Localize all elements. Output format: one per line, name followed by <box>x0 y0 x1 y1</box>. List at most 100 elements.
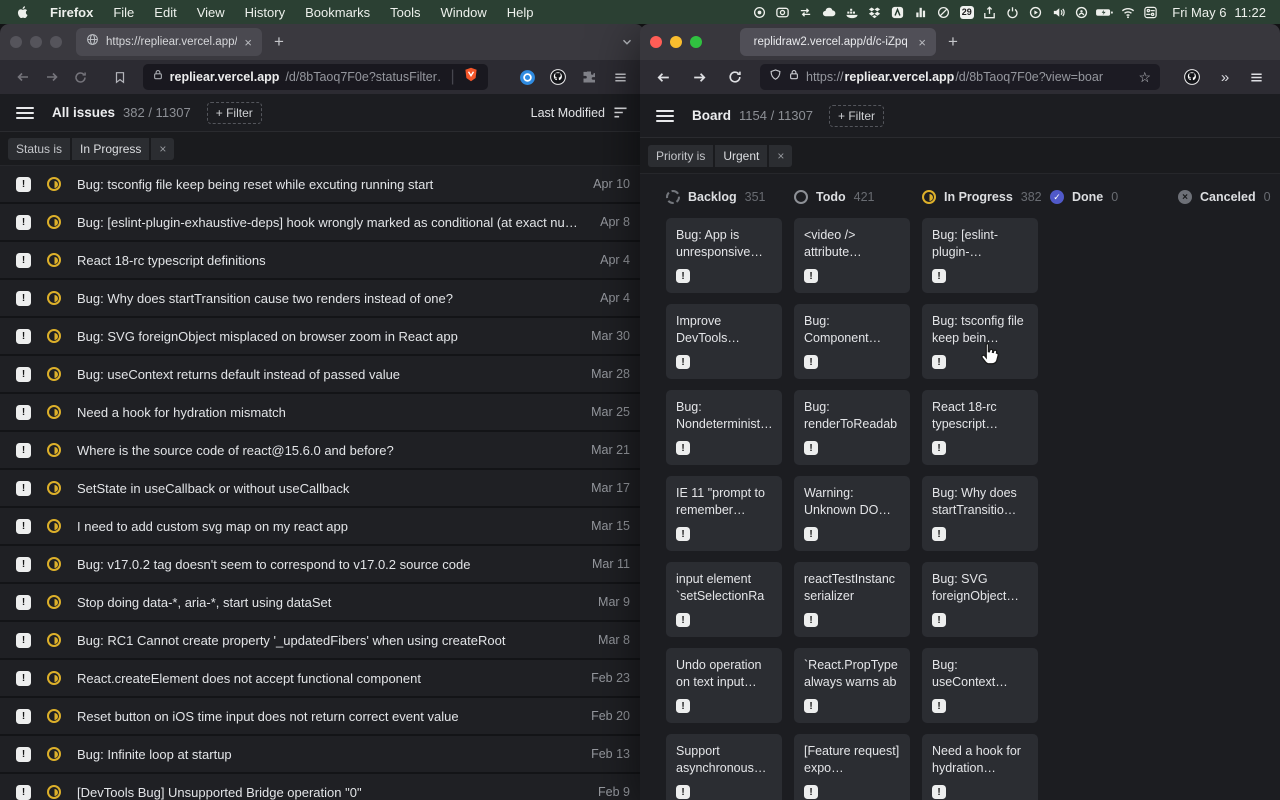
issue-row[interactable]: !Bug: tsconfig file keep being reset whi… <box>0 166 644 204</box>
issue-row[interactable]: !Need a hook for hydration mismatchMar 2… <box>0 394 644 432</box>
filter-value-chip[interactable]: In Progress <box>72 138 149 160</box>
issue-row[interactable]: !Bug: Infinite loop at startupFeb 13 <box>0 736 644 774</box>
circled-slash-icon[interactable] <box>932 4 955 20</box>
play-circle-icon[interactable] <box>1024 4 1047 20</box>
board-card[interactable]: Undo operation on text input…! <box>666 648 782 723</box>
board-card[interactable]: React 18-rc typescript…! <box>922 390 1038 465</box>
issue-row[interactable]: !Bug: useContext returns default instead… <box>0 356 644 394</box>
back-icon[interactable] <box>650 69 676 86</box>
board-card[interactable]: Bug: useContext…! <box>922 648 1038 723</box>
board-card[interactable]: Bug: App is unresponsive…! <box>666 218 782 293</box>
issue-row[interactable]: !Bug: SVG foreignObject misplaced on bro… <box>0 318 644 356</box>
add-filter-button[interactable]: + Filter <box>829 105 884 127</box>
screen-record-icon[interactable] <box>748 4 771 20</box>
power-circle-icon[interactable] <box>1001 4 1024 20</box>
browser-tab[interactable]: replidraw2.vercel.app/d/c-iZpq × <box>740 28 936 56</box>
board-card[interactable]: Bug: Why does startTransitio…! <box>922 476 1038 551</box>
issue-row[interactable]: !SetState in useCallback or without useC… <box>0 470 644 508</box>
board-card[interactable]: Bug: [eslint-plugin-…! <box>922 218 1038 293</box>
forward-icon[interactable] <box>686 69 712 86</box>
issue-row[interactable]: !Bug: RC1 Cannot create property '_updat… <box>0 622 644 660</box>
issue-row[interactable]: !Bug: v17.0.2 tag doesn't seem to corres… <box>0 546 644 584</box>
filter-field-chip[interactable]: Priority is <box>648 145 713 167</box>
apple-menu-icon[interactable] <box>14 4 40 20</box>
warp-terminal-icon[interactable] <box>886 4 909 20</box>
issue-row[interactable]: ![DevTools Bug] Unsupported Bridge opera… <box>0 774 644 800</box>
issue-row[interactable]: !Bug: Why does startTransition cause two… <box>0 280 644 318</box>
board-card[interactable]: reactTestInstanc serializer! <box>794 562 910 637</box>
board-card[interactable]: [Feature request] expo…! <box>794 734 910 800</box>
board-card[interactable]: `React.PropType always warns ab! <box>794 648 910 723</box>
menu-tools[interactable]: Tools <box>380 5 430 20</box>
issue-row[interactable]: !Stop doing data-*, aria-*, start using … <box>0 584 644 622</box>
overflow-chevrons-icon[interactable]: » <box>1210 69 1238 86</box>
sync-arrows-icon[interactable] <box>794 4 817 20</box>
new-tab-button[interactable]: + <box>936 32 970 52</box>
board-card[interactable]: Improve DevTools…! <box>666 304 782 379</box>
board-card[interactable]: IE 11 "prompt to remember…! <box>666 476 782 551</box>
docker-icon[interactable] <box>840 4 863 20</box>
menu-edit[interactable]: Edit <box>144 5 186 20</box>
menu-firefox[interactable]: Firefox <box>40 5 103 20</box>
calendar-icon[interactable]: 29 <box>955 4 978 20</box>
firefox-menu-hamburger-icon[interactable] <box>1242 70 1270 85</box>
close-window-button[interactable] <box>650 36 662 48</box>
remove-filter-icon[interactable]: × <box>151 138 174 160</box>
stats-bars-icon[interactable] <box>909 4 932 20</box>
tab-list-chevron-icon[interactable] <box>620 35 634 49</box>
right-address-bar[interactable]: https:// repliear.vercel.app /d/8bTaoq7F… <box>760 64 1160 90</box>
tab-close-icon[interactable]: × <box>918 36 926 49</box>
issue-row[interactable]: !React.createElement does not accept fun… <box>0 660 644 698</box>
zoom-window-button[interactable] <box>50 36 62 48</box>
minimize-window-button[interactable] <box>30 36 42 48</box>
issue-row[interactable]: !I need to add custom svg map on my reac… <box>0 508 644 546</box>
control-center-icon[interactable] <box>1139 4 1162 20</box>
back-icon[interactable] <box>10 69 35 85</box>
issue-row[interactable]: !React 18-rc typescript definitionsApr 4 <box>0 242 644 280</box>
reload-icon[interactable] <box>68 70 93 85</box>
reload-icon[interactable] <box>722 69 748 85</box>
sort-button[interactable]: Last Modified <box>531 106 628 120</box>
remove-filter-icon[interactable]: × <box>769 145 792 167</box>
window-controls[interactable] <box>10 36 62 48</box>
new-tab-button[interactable]: + <box>262 32 296 52</box>
left-menu-hamburger-icon[interactable] <box>607 70 634 85</box>
add-filter-button[interactable]: + Filter <box>207 102 262 124</box>
menu-bookmarks[interactable]: Bookmarks <box>295 5 380 20</box>
bookmark-icon[interactable] <box>107 70 132 85</box>
close-window-button[interactable] <box>10 36 22 48</box>
board-card[interactable]: Bug: Nondeterminist…! <box>666 390 782 465</box>
brave-shield-icon[interactable] <box>463 66 479 88</box>
tab-close-icon[interactable]: × <box>244 36 252 49</box>
menu-view[interactable]: View <box>187 5 235 20</box>
app-menu-icon[interactable] <box>16 107 34 119</box>
board-card[interactable]: <video /> attribute…! <box>794 218 910 293</box>
assist-circle-icon[interactable] <box>1070 4 1093 20</box>
bookmark-star-icon[interactable]: ☆ <box>1138 69 1151 86</box>
board-card[interactable]: Need a hook for hydration…! <box>922 734 1038 800</box>
onepassword-icon[interactable] <box>514 69 541 86</box>
volume-icon[interactable] <box>1047 4 1070 20</box>
issue-row[interactable]: !Reset button on iOS time input does not… <box>0 698 644 736</box>
board-card[interactable]: input element `setSelectionRa! <box>666 562 782 637</box>
zoom-window-button[interactable] <box>690 36 702 48</box>
forward-icon[interactable] <box>39 69 64 85</box>
board-card[interactable]: Warning: Unknown DO…! <box>794 476 910 551</box>
filter-value-chip[interactable]: Urgent <box>715 145 767 167</box>
wifi-icon[interactable] <box>1116 4 1139 20</box>
share-up-icon[interactable] <box>978 4 1001 20</box>
filter-field-chip[interactable]: Status is <box>8 138 70 160</box>
menu-file[interactable]: File <box>103 5 144 20</box>
board-card[interactable]: Bug: renderToReadab! <box>794 390 910 465</box>
tracking-shield-icon[interactable] <box>769 68 782 87</box>
dropbox-icon[interactable] <box>863 4 886 20</box>
left-address-bar[interactable]: repliear.vercel.app /d/8bTaoq7F0e?status… <box>143 64 488 90</box>
minimize-window-button[interactable] <box>670 36 682 48</box>
menu-window[interactable]: Window <box>431 5 497 20</box>
menubar-clock[interactable]: Fri May 611:22 <box>1172 5 1266 20</box>
extensions-puzzle-icon[interactable] <box>576 69 603 85</box>
browser-tab[interactable]: https://repliear.vercel.app/d/8b × <box>76 28 262 56</box>
issue-row[interactable]: !Where is the source code of react@15.6.… <box>0 432 644 470</box>
issue-list[interactable]: !Bug: tsconfig file keep being reset whi… <box>0 166 644 800</box>
github-icon[interactable] <box>545 68 572 86</box>
